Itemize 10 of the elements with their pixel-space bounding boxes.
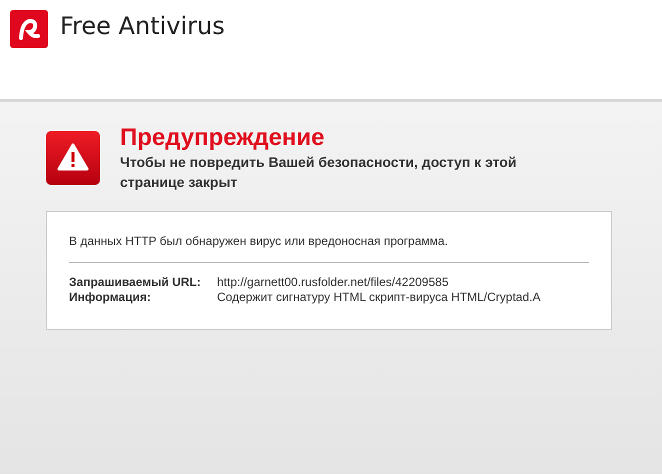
field-value: http://garnett00.rusfolder.net/files/42209585	[217, 275, 450, 290]
warning-icon	[46, 131, 100, 185]
logo-icon	[10, 10, 48, 48]
detection-message: В данных HTTP был обнаружен вирус или вредоносная программа.	[69, 234, 449, 248]
field-value: Содержит сигнатуру HTML скрипт-вируса HTML/Cryptad.A	[217, 290, 542, 305]
field-label: Информация:	[69, 290, 152, 305]
warning-subtitle: Чтобы не повредить Вашей безопасности, доступ к этой странице закрыт	[120, 153, 518, 192]
field-label: Запрашиваемый URL:	[69, 275, 202, 290]
warning-title: Предупреждение	[120, 124, 326, 152]
app-title: Free Antivirus	[60, 12, 225, 40]
